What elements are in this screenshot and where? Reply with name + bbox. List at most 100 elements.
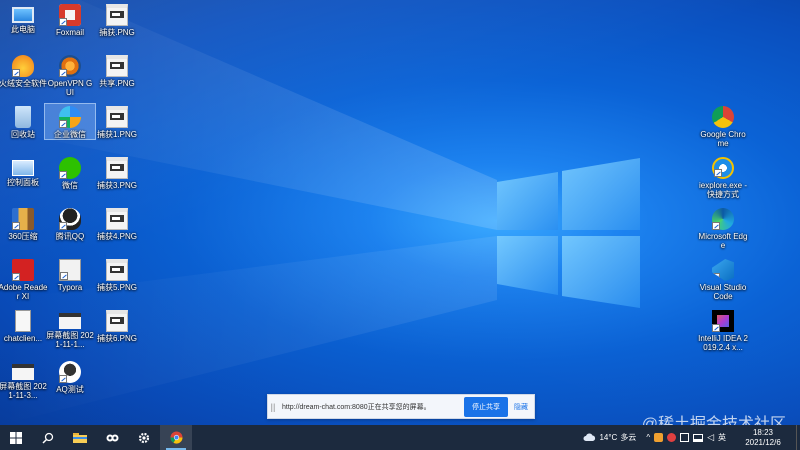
intellij-icon xyxy=(712,310,734,332)
desktop-icon[interactable]: Microsoft Edge xyxy=(698,206,748,250)
shortcut-arrow-icon xyxy=(59,222,67,230)
app-button[interactable] xyxy=(96,425,128,450)
shortcut-arrow-icon xyxy=(12,69,20,77)
network-icon[interactable] xyxy=(693,433,704,442)
desktop-icon-label: 控制面板 xyxy=(7,178,39,187)
desktop-icon-label: IntelliJ IDEA 2019.2.4 x... xyxy=(698,334,748,352)
png-file-icon xyxy=(106,259,128,281)
taskbar: 14°C 多云 ^ ◁ 英 18:23 2021/12/6 xyxy=(0,425,800,450)
desktop-icon-label: 此电脑 xyxy=(11,25,35,34)
desktop-icon-label: 共享.PNG xyxy=(99,79,135,88)
tray-icons: ^ ◁ 英 xyxy=(644,432,728,443)
desktop-icon[interactable]: 捕获5.PNG xyxy=(92,257,142,292)
shortcut-arrow-icon xyxy=(712,324,720,332)
cloud-icon xyxy=(583,433,596,441)
tray-app-icon[interactable] xyxy=(667,433,677,442)
weather-temp: 14°C xyxy=(599,433,618,442)
desktop-icon[interactable]: 捕获.PNG xyxy=(92,2,142,37)
desktop-icon-label: 火绒安全软件 xyxy=(0,79,47,88)
clock-date: 2021/12/6 xyxy=(745,437,781,447)
png-file-icon xyxy=(106,106,128,128)
desktop-icon[interactable]: 捕获4.PNG xyxy=(92,206,142,241)
chrome-icon xyxy=(170,431,182,444)
desktop-icon[interactable]: iexplore.exe - 快捷方式 xyxy=(698,155,748,199)
desktop-icon[interactable]: Adobe Reader XI xyxy=(0,257,48,301)
desktop-icon[interactable]: Foxmail xyxy=(45,2,95,37)
stop-sharing-button[interactable]: 停止共享 xyxy=(464,396,508,417)
volume-icon[interactable]: ◁ xyxy=(707,432,714,443)
desktop-icon-label: 捕获4.PNG xyxy=(96,232,137,241)
desktop-icon[interactable]: AQ测试 xyxy=(45,359,95,394)
tray-app-icon[interactable] xyxy=(680,433,690,442)
typora-icon xyxy=(59,259,81,281)
desktop-icon-label: 捕获.PNG xyxy=(99,28,135,37)
start-button[interactable] xyxy=(0,425,32,450)
desktop-icon[interactable]: 捕获3.PNG xyxy=(92,155,142,190)
desktop-icon[interactable]: 回收站 xyxy=(0,104,48,139)
search-button[interactable] xyxy=(32,425,64,450)
chrome-icon xyxy=(712,106,734,128)
tray-app-icon[interactable] xyxy=(654,433,664,442)
desktop-icon-label: Microsoft Edge xyxy=(698,232,748,250)
computer-icon xyxy=(12,7,34,23)
hide-link[interactable]: 隐藏 xyxy=(514,402,528,412)
desktop-icon[interactable]: 控制面板 xyxy=(0,155,48,187)
desktop-icon-label: 微信 xyxy=(62,181,78,190)
desktop-icon[interactable]: 火绒安全软件 xyxy=(0,53,48,88)
shortcut-arrow-icon xyxy=(59,69,67,77)
desktop-icon[interactable]: 共享.PNG xyxy=(92,53,142,88)
ime-indicator[interactable]: 英 xyxy=(718,432,726,443)
ie-icon xyxy=(712,157,734,179)
vscode-icon xyxy=(712,259,734,281)
png-file-icon xyxy=(106,157,128,179)
screenshot-icon xyxy=(59,313,81,329)
png-file-icon xyxy=(106,4,128,26)
desktop-icon[interactable]: OpenVPN GUI xyxy=(45,53,95,97)
search-icon xyxy=(42,432,54,444)
wecom-icon xyxy=(59,106,81,128)
chrome-taskbar-button[interactable] xyxy=(160,425,192,450)
desktop-icon-label: AQ测试 xyxy=(56,385,84,394)
desktop-icon-label: Typora xyxy=(57,283,83,292)
desktop-icon[interactable]: 捕获6.PNG xyxy=(92,308,142,343)
file-explorer-button[interactable] xyxy=(64,425,96,450)
weather-widget[interactable]: 14°C 多云 xyxy=(583,432,636,443)
control-panel-icon xyxy=(12,160,34,176)
desktop-icon[interactable]: Visual Studio Code xyxy=(698,257,748,301)
desktop-icon[interactable]: 捕获1.PNG xyxy=(92,104,142,139)
desktop-icon[interactable]: 微信 xyxy=(45,155,95,190)
desktop-icon-label: iexplore.exe - 快捷方式 xyxy=(698,181,748,199)
folder-icon xyxy=(15,310,31,332)
adobe-reader-icon xyxy=(12,259,34,281)
chevron-up-icon[interactable]: ^ xyxy=(646,433,650,442)
desktop-icon[interactable]: Typora xyxy=(45,257,95,292)
show-desktop-button[interactable] xyxy=(796,425,800,450)
desktop-icon[interactable]: 360压缩 xyxy=(0,206,48,241)
aq-icon xyxy=(59,361,81,383)
share-message: http://dream-chat.com:8080正在共享您的屏幕。 xyxy=(282,403,431,411)
drag-handle[interactable]: || xyxy=(268,402,278,412)
qq-icon xyxy=(59,208,81,230)
desktop-icon-label: Foxmail xyxy=(55,28,84,37)
desktop-icon[interactable]: 屏幕截图 2021-11-3... xyxy=(0,359,48,400)
screenshot-icon xyxy=(12,364,34,380)
desktop-icon[interactable]: 企业微信 xyxy=(44,103,96,140)
desktop-icon[interactable]: 腾讯QQ xyxy=(45,206,95,241)
desktop-icon-label: 捕获3.PNG xyxy=(96,181,137,190)
desktop-icon-label: 捕获6.PNG xyxy=(96,334,137,343)
folder-icon xyxy=(73,433,87,443)
openvpn-icon xyxy=(59,55,81,77)
shortcut-arrow-icon xyxy=(59,120,67,128)
desktop-icon[interactable]: Google Chrome xyxy=(698,104,748,148)
desktop-icon[interactable]: 屏幕截图 2021-11-1... xyxy=(45,308,95,349)
desktop-icon[interactable]: chatclien... xyxy=(0,308,48,343)
settings-button[interactable] xyxy=(128,425,160,450)
png-file-icon xyxy=(106,310,128,332)
shortcut-arrow-icon xyxy=(712,222,720,230)
app-icon xyxy=(106,434,118,442)
wechat-icon xyxy=(59,157,81,179)
clock[interactable]: 18:23 2021/12/6 xyxy=(734,428,792,448)
desktop-icon[interactable]: IntelliJ IDEA 2019.2.4 x... xyxy=(698,308,748,352)
edge-icon xyxy=(712,208,734,230)
desktop-icon[interactable]: 此电脑 xyxy=(0,2,48,34)
